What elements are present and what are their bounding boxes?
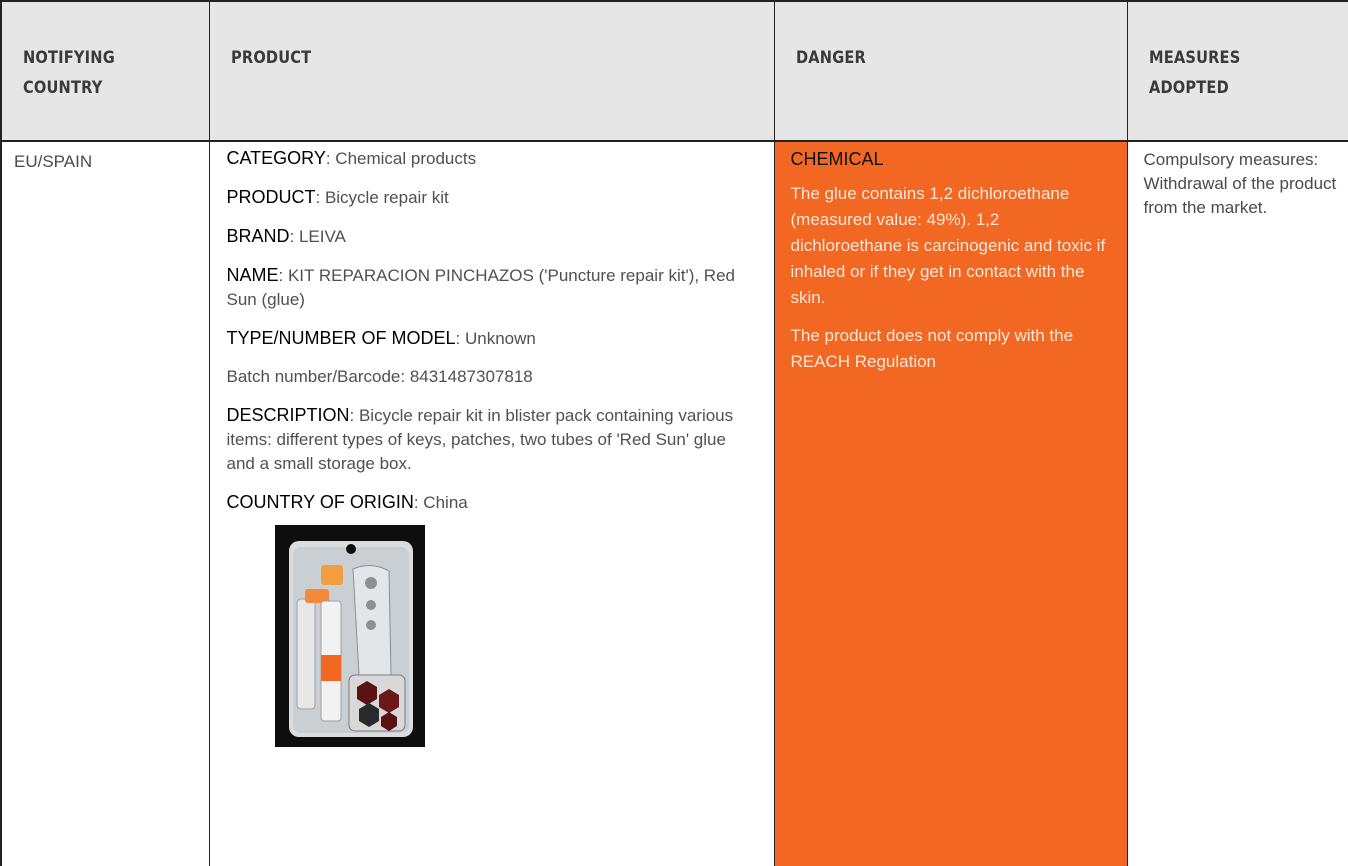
header-danger: DANGER — [773, 0, 1127, 142]
field-name: NAME: KIT REPARACION PINCHAZOS ('Punctur… — [226, 265, 736, 309]
danger-description: The glue contains 1,2 dichloroethane (me… — [790, 184, 1106, 307]
header-notifying-country: NOTIFYING COUNTRY — [0, 0, 209, 142]
header-measures-line2: ADOPTED — [1148, 78, 1229, 98]
alert-table: NOTIFYING COUNTRY PRODUCT DANGER MEASURE… — [0, 0, 1348, 866]
danger-type: CHEMICAL — [790, 149, 884, 169]
field-product: PRODUCT: Bicycle repair kit — [226, 187, 449, 207]
table-header-row: NOTIFYING COUNTRY PRODUCT DANGER MEASURE… — [0, 0, 1348, 142]
field-origin: COUNTRY OF ORIGIN: China — [226, 492, 468, 512]
field-model: TYPE/NUMBER OF MODEL: Unknown — [226, 328, 536, 348]
product-photo — [274, 525, 425, 747]
danger-compliance: The product does not comply with the REA… — [790, 326, 1074, 371]
header-country-line1: NOTIFYING — [23, 48, 115, 68]
cell-product: CATEGORY: Chemical products PRODUCT: Bic… — [208, 141, 774, 866]
field-batch: Batch number/Barcode: 8431487307818 — [226, 367, 533, 386]
field-category: CATEGORY: Chemical products — [226, 148, 477, 168]
cell-measures: Compulsory measures: Withdrawal of the p… — [1126, 141, 1348, 866]
field-brand: BRAND: LEIVA — [226, 226, 346, 246]
header-measures-adopted: MEASURES ADOPTED — [1126, 0, 1348, 142]
cell-country: EU/SPAIN — [0, 141, 209, 866]
header-measures-line1: MEASURES — [1148, 48, 1240, 68]
product-photo-image — [274, 525, 425, 747]
header-country-line2: COUNTRY — [23, 78, 103, 98]
table-row: EU/SPAIN CATEGORY: Chemical products PRO… — [0, 141, 1348, 866]
cell-danger: CHEMICAL The glue contains 1,2 dichloroe… — [773, 141, 1127, 866]
header-product: PRODUCT — [208, 0, 774, 142]
field-description: DESCRIPTION: Bicycle repair kit in blist… — [226, 405, 734, 473]
